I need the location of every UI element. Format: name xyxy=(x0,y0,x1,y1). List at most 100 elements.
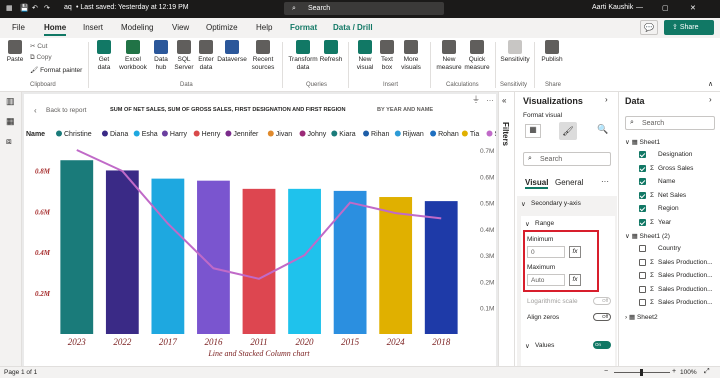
table-0[interactable]: ∨ ▦ Sheet1 xyxy=(625,138,660,146)
field-checkbox[interactable] xyxy=(639,299,646,306)
ribbon-button-enter-data[interactable]: Enter data xyxy=(196,40,216,72)
format-brush-icon[interactable]: 🖌 xyxy=(559,122,577,140)
collapse-data-icon[interactable]: › xyxy=(709,95,712,104)
copy-button[interactable]: ⧉ Copy xyxy=(30,54,52,62)
menu-home[interactable]: Home xyxy=(44,23,67,36)
menu-optimize[interactable]: Optimize xyxy=(206,23,238,32)
close-icon[interactable]: ✕ xyxy=(690,4,696,12)
more-options-icon[interactable]: … xyxy=(486,94,494,103)
table-1[interactable]: ∨ ▦ Sheet1 (2) xyxy=(625,232,670,240)
viz-search-input[interactable]: ⌕ Search xyxy=(523,152,611,166)
ribbon-button-data-hub[interactable]: Data hub xyxy=(150,40,172,72)
menu-modeling[interactable]: Modeling xyxy=(121,23,153,32)
ribbon-button-dataverse[interactable]: Dataverse xyxy=(217,40,247,64)
field-item[interactable]: Σ Sales Production... xyxy=(639,299,713,306)
minimum-fx-button[interactable]: fx xyxy=(569,246,581,258)
collapse-range-icon[interactable]: ∨ xyxy=(525,220,530,228)
zoom-out-icon[interactable]: − xyxy=(604,368,608,375)
align-zeros-toggle[interactable]: Off xyxy=(593,313,611,321)
collapse-ribbon-icon[interactable]: ∧ xyxy=(708,80,713,88)
undo-icon[interactable]: ↶ xyxy=(32,4,38,12)
table-view-icon[interactable]: ▦ xyxy=(6,116,15,127)
search-box[interactable]: ⌕ Search xyxy=(284,2,444,15)
collapse-viz-icon[interactable]: › xyxy=(605,95,608,104)
maximum-fx-button[interactable]: fx xyxy=(569,274,581,286)
field-item[interactable]: Σ Year xyxy=(639,218,671,226)
ribbon-button-transform-data[interactable]: Transform data xyxy=(288,40,318,72)
ribbon-button-get-data[interactable]: Get data xyxy=(93,40,115,72)
menu-file[interactable]: File xyxy=(12,23,25,32)
field-checkbox[interactable] xyxy=(639,164,646,172)
ribbon-button-publish[interactable]: Publish xyxy=(539,40,565,64)
collapse-section-icon[interactable]: ∨ xyxy=(521,200,526,208)
fit-to-page-icon[interactable]: ⤢ xyxy=(704,368,710,376)
values-toggle[interactable]: On xyxy=(593,341,611,349)
expand-table-icon[interactable]: ∨ xyxy=(625,139,630,146)
report-view-icon[interactable]: ▥ xyxy=(6,96,15,107)
menu-format[interactable]: Format xyxy=(290,23,317,32)
filters-pane-collapsed[interactable]: « Filters xyxy=(498,92,514,366)
secondary-y-axis-section[interactable]: Secondary y-axis xyxy=(531,200,581,207)
user-name[interactable]: Aarti Kaushik xyxy=(592,4,633,11)
field-checkbox[interactable] xyxy=(639,272,646,279)
more-options-icon[interactable]: ··· xyxy=(601,177,609,186)
field-checkbox[interactable] xyxy=(639,178,646,185)
field-checkbox[interactable] xyxy=(639,151,646,158)
maximize-icon[interactable]: ▢ xyxy=(662,4,669,12)
log-scale-toggle[interactable]: Off xyxy=(593,297,611,305)
ribbon-button-excel-workbook[interactable]: Excel workbook xyxy=(117,40,149,72)
ribbon-button-new-visual[interactable]: New visual xyxy=(354,40,376,72)
field-item[interactable]: Country xyxy=(639,245,681,252)
field-item[interactable]: Σ Net Sales xyxy=(639,191,686,199)
field-item[interactable]: Name xyxy=(639,178,675,185)
maximum-input[interactable]: Auto xyxy=(527,274,565,286)
ribbon-button-sql-server[interactable]: SQL Server xyxy=(173,40,195,72)
tab-visual[interactable]: Visual xyxy=(525,178,549,189)
ribbon-button-text-box[interactable]: Text box xyxy=(377,40,397,72)
menu-view[interactable]: View xyxy=(172,23,189,32)
field-checkbox[interactable] xyxy=(639,245,646,252)
build-visual-icon[interactable]: ▦ xyxy=(525,124,541,138)
comment-icon[interactable]: 💬 xyxy=(640,20,658,35)
data-search-input[interactable]: ⌕ Search xyxy=(625,116,715,130)
field-item[interactable]: Region xyxy=(639,205,679,212)
expand-table-icon[interactable]: ∨ xyxy=(625,233,630,240)
back-arrow-icon[interactable]: ‹ xyxy=(34,106,37,115)
cut-button[interactable]: ✂ Cut xyxy=(30,42,47,50)
field-item[interactable]: Σ Sales Production... xyxy=(639,285,713,293)
menu-insert[interactable]: Insert xyxy=(83,23,103,32)
ribbon-button-quick-measure[interactable]: Quick measure xyxy=(463,40,491,72)
ribbon-button-paste[interactable]: Paste xyxy=(4,40,26,64)
redo-icon[interactable]: ↷ xyxy=(44,4,50,12)
field-checkbox[interactable] xyxy=(639,258,646,266)
expand-filters-icon[interactable]: « xyxy=(502,96,506,105)
ribbon-button-sensitivity[interactable]: Sensitivity xyxy=(500,40,530,64)
menu-help[interactable]: Help xyxy=(256,23,272,32)
save-icon[interactable]: 💾 xyxy=(20,4,29,12)
filter-icon[interactable]: ⏚ xyxy=(472,94,480,105)
expand-values-icon[interactable]: ∨ xyxy=(525,342,530,350)
ribbon-button-recent-sources[interactable]: Recent sources xyxy=(248,40,278,72)
field-checkbox[interactable] xyxy=(639,205,646,212)
field-checkbox[interactable] xyxy=(639,218,646,226)
menu-data-drill[interactable]: Data / Drill xyxy=(333,23,373,32)
zoom-thumb[interactable] xyxy=(640,369,643,376)
field-item[interactable]: Σ Gross Sales xyxy=(639,164,693,172)
field-item[interactable]: Σ Sales Production... xyxy=(639,258,713,266)
expand-table-icon[interactable]: › xyxy=(625,314,627,321)
field-item[interactable]: Designation xyxy=(639,151,692,158)
share-button[interactable]: ⇪ Share xyxy=(664,20,714,35)
minimum-input[interactable]: 0 xyxy=(527,246,565,258)
focus-visual[interactable]: ‹ Back to report SUM OF NET SALES, SUM O… xyxy=(24,94,496,366)
model-view-icon[interactable]: ⧈ xyxy=(6,136,12,147)
field-checkbox[interactable] xyxy=(639,285,646,293)
table-2[interactable]: › ▦ Sheet2 xyxy=(625,313,658,321)
format-painter-button[interactable]: 🖌 Format painter xyxy=(30,66,82,74)
minimize-icon[interactable]: — xyxy=(636,4,643,11)
field-checkbox[interactable] xyxy=(639,191,646,199)
ribbon-button-new-measure[interactable]: New measure xyxy=(436,40,462,72)
tab-general[interactable]: General xyxy=(555,178,583,187)
ribbon-button-refresh[interactable]: Refresh xyxy=(319,40,343,64)
ribbon-button-more-visuals[interactable]: More visuals xyxy=(398,40,424,72)
zoom-in-icon[interactable]: + xyxy=(672,368,676,375)
